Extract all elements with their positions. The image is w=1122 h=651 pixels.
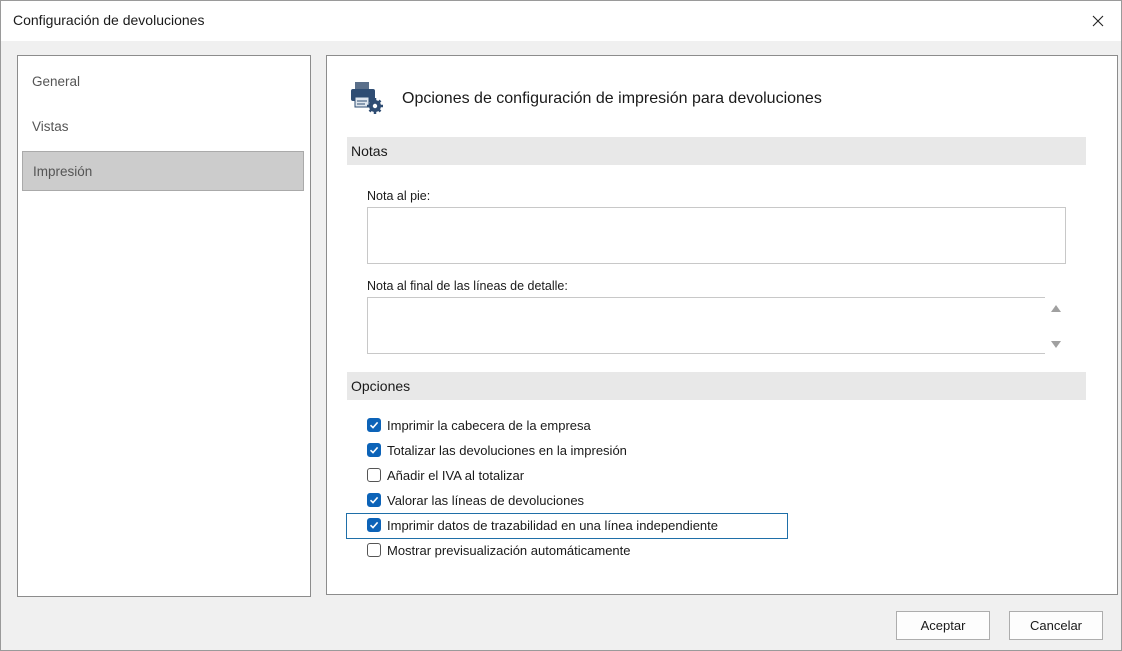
printer-settings-icon	[351, 82, 383, 114]
section-opciones: Opciones	[347, 372, 1086, 400]
window-title: Configuración de devoluciones	[13, 12, 205, 28]
nota-final-scrollbar[interactable]	[1045, 297, 1067, 354]
settings-panel: Opciones de configuración de impresión p…	[326, 55, 1118, 595]
checkbox-checked-icon[interactable]	[367, 418, 381, 432]
option-label: Mostrar previsualización automáticamente	[387, 542, 631, 558]
option-label: Valorar las líneas de devoluciones	[387, 492, 585, 508]
panel-scrollbar[interactable]	[1101, 56, 1117, 594]
close-button[interactable]	[1075, 1, 1121, 41]
option-checkbox-row[interactable]: Mostrar previsualización automáticamente	[367, 539, 631, 561]
cancel-button[interactable]: Cancelar	[1009, 611, 1103, 640]
checkbox-checked-icon[interactable]	[367, 493, 381, 507]
dialog-window: Configuración de devoluciones General Vi…	[0, 0, 1122, 651]
close-icon	[1092, 15, 1104, 27]
nav-item-vistas[interactable]: Vistas	[22, 107, 304, 147]
checkbox-checked-icon[interactable]	[367, 518, 381, 532]
panel-title: Opciones de configuración de impresión p…	[402, 90, 822, 107]
option-checkbox-row[interactable]: Añadir el IVA al totalizar	[367, 464, 524, 486]
option-checkbox-row[interactable]: Imprimir datos de trazabilidad en una lí…	[367, 514, 718, 536]
accept-button[interactable]: Aceptar	[896, 611, 990, 640]
nav-item-impresion[interactable]: Impresión	[22, 151, 304, 191]
option-label: Totalizar las devoluciones en la impresi…	[387, 442, 627, 458]
option-label: Imprimir datos de trazabilidad en una lí…	[387, 517, 718, 533]
nav-list: General Vistas Impresión	[17, 55, 311, 597]
option-checkbox-row[interactable]: Totalizar las devoluciones en la impresi…	[367, 439, 627, 461]
checkbox-unchecked-icon[interactable]	[367, 468, 381, 482]
scroll-up-icon[interactable]	[1051, 305, 1061, 312]
nota-final-label: Nota al final de las líneas de detalle:	[367, 279, 568, 293]
option-label: Añadir el IVA al totalizar	[387, 467, 525, 483]
title-bar: Configuración de devoluciones	[1, 1, 1121, 41]
checkbox-checked-icon[interactable]	[367, 443, 381, 457]
option-label: Imprimir la cabecera de la empresa	[387, 417, 591, 433]
option-checkbox-row[interactable]: Imprimir la cabecera de la empresa	[367, 414, 591, 436]
section-notas: Notas	[347, 137, 1086, 165]
scroll-down-icon[interactable]	[1051, 341, 1061, 348]
option-checkbox-row[interactable]: Valorar las líneas de devoluciones	[367, 489, 584, 511]
nota-pie-label: Nota al pie:	[367, 189, 431, 203]
checkbox-unchecked-icon[interactable]	[367, 543, 381, 557]
nota-final-input[interactable]	[367, 297, 1066, 354]
nota-pie-input[interactable]	[367, 207, 1066, 264]
nav-item-general[interactable]: General	[22, 62, 304, 102]
